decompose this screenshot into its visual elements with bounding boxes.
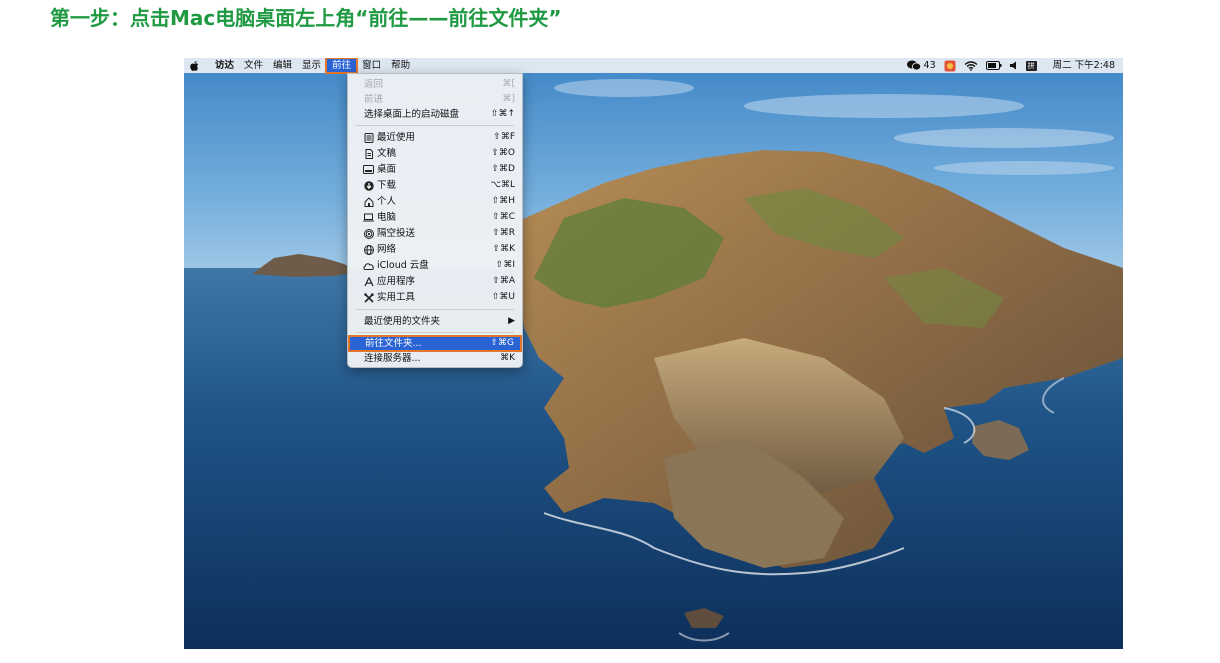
menu-item-applications[interactable]: 应用程序 ⇧⌘A [348,274,522,289]
menu-separator [356,125,514,126]
menu-item-forward: 前进 ⌘] [364,94,515,105]
menu-finder[interactable]: 访达 [210,58,239,73]
menu-item-network[interactable]: 网络 ⇧⌘K [348,242,522,257]
wechat-badge-count: 43 [923,60,936,71]
catalina-wallpaper [184,58,1123,649]
menu-help[interactable]: 帮助 [386,58,415,73]
menu-edit[interactable]: 编辑 [268,58,297,73]
mac-desktop-screenshot: 访达 文件 编辑 显示 前往 窗口 帮助 43 拼 周二 下午2:48 返回 ⌘… [184,58,1123,649]
computer-icon [363,212,374,223]
app-status-icon[interactable] [944,58,956,73]
menu-item-recent-folders[interactable]: 最近使用的文件夹 ▶ [348,314,522,329]
desktop-icon [363,164,374,175]
menu-item-recents[interactable]: 最近使用 ⇧⌘F [348,130,522,145]
battery-icon[interactable] [985,58,1002,73]
menu-window[interactable]: 窗口 [357,58,386,73]
menu-item-utilities[interactable]: 实用工具 ⇧⌘U [348,290,522,305]
menu-item-icloud-drive[interactable]: iCloud 云盘 ⇧⌘I [348,258,522,273]
menu-item-home[interactable]: 个人 ⇧⌘H [348,194,522,209]
wifi-icon[interactable] [964,58,978,73]
wechat-status[interactable]: 43 [906,58,936,73]
ime-label: 拼 [1025,60,1037,71]
mac-menubar: 访达 文件 编辑 显示 前往 窗口 帮助 43 拼 周二 下午2:48 [184,58,1123,74]
volume-icon[interactable] [1009,58,1018,73]
menu-separator [356,332,514,333]
menu-item-desktop[interactable]: 桌面 ⇧⌘D [348,162,522,177]
menu-file[interactable]: 文件 [239,58,268,73]
menu-item-back: 返回 ⌘[ [364,79,515,90]
menu-item-documents[interactable]: 文稿 ⇧⌘O [348,146,522,161]
menu-separator [356,309,514,310]
menu-item-downloads[interactable]: 下载 ⌥⌘L [348,178,522,193]
airdrop-icon [363,228,374,239]
utilities-icon [363,292,374,303]
network-icon [363,244,374,255]
menu-item-go-to-folder[interactable]: 前往文件夹... ⇧⌘G [348,335,522,352]
icloud-icon [363,260,374,271]
menubar-clock[interactable]: 周二 下午2:48 [1053,58,1115,73]
menu-item-connect-to-server[interactable]: 连接服务器... ⌘K [348,351,522,366]
home-icon [363,196,374,207]
submenu-arrow-icon: ▶ [508,316,515,326]
page-title: 第一步：点击Mac电脑桌面左上角“前往——前往文件夹” [50,6,562,30]
menu-item-startup-disk[interactable]: 选择桌面上的启动磁盘 ⇧⌘↑ [348,107,522,122]
recents-icon [363,132,374,143]
menu-go[interactable]: 前往 [325,58,359,74]
input-method-icon[interactable]: 拼 [1025,58,1037,73]
menu-view[interactable]: 显示 [297,58,326,73]
menu-item-airdrop[interactable]: 隔空投送 ⇧⌘R [348,226,522,241]
downloads-icon [363,180,374,191]
go-menu-dropdown: 返回 ⌘[ 前进 ⌘] 选择桌面上的启动磁盘 ⇧⌘↑ 最近使用 ⇧⌘F 文稿 ⇧… [347,73,523,368]
wechat-icon [906,60,921,71]
applications-icon [363,276,374,287]
menu-item-computer[interactable]: 电脑 ⇧⌘C [348,210,522,225]
documents-icon [363,148,374,159]
apple-logo-icon[interactable] [188,58,200,73]
